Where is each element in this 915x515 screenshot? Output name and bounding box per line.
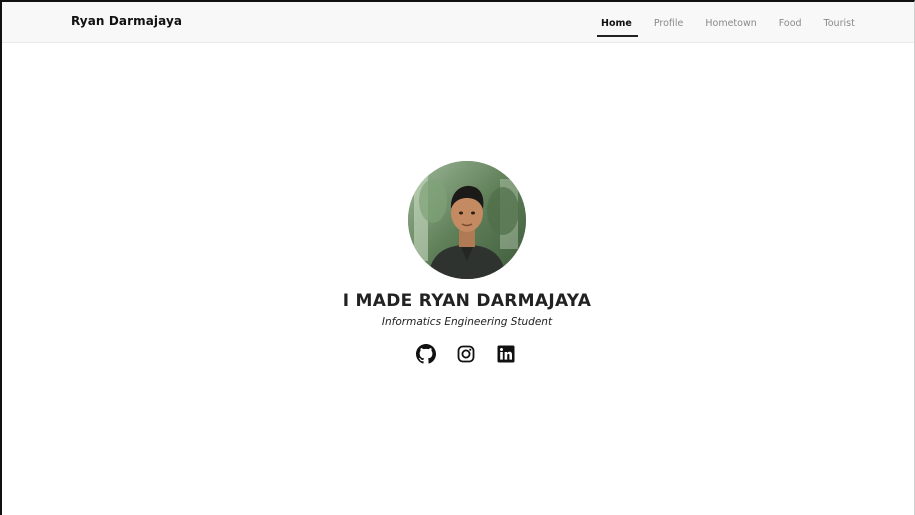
linkedin-icon [497,345,515,363]
instagram-link[interactable] [456,344,476,364]
profile-subtitle: Informatics Engineering Student [381,316,553,328]
avatar [408,161,526,279]
github-icon [416,344,436,364]
social-links [416,344,536,364]
linkedin-link[interactable] [496,344,516,364]
profile-photo [408,161,526,279]
browser-viewport: Ryan Darmajaya Home Profile Hometown Foo… [0,0,915,515]
profile-name: I MADE RYAN DARMAJAYA [342,291,592,311]
hero-section: I MADE RYAN DARMAJAYA Informatics Engine… [2,2,914,515]
instagram-icon [457,345,475,363]
github-link[interactable] [416,344,436,364]
